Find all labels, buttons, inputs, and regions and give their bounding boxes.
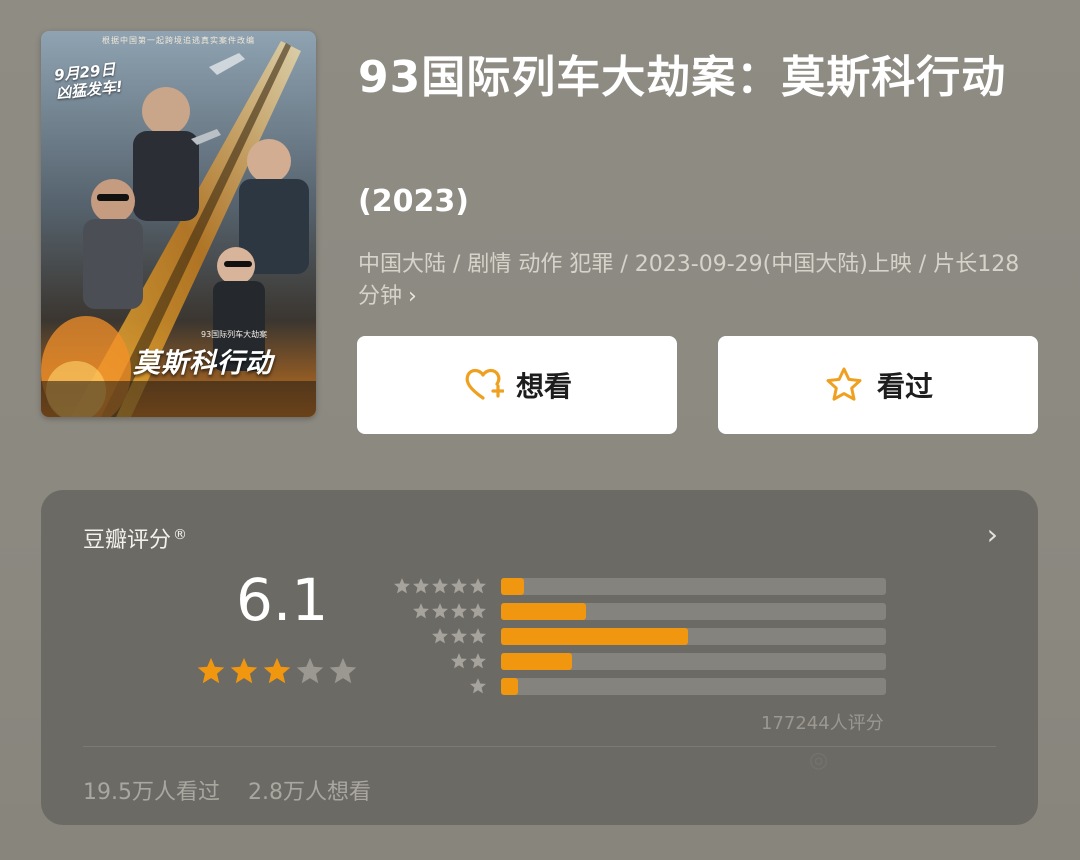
rating-bar-4-star xyxy=(389,602,889,620)
star-filled-icon xyxy=(263,657,291,684)
rating-bar-track xyxy=(501,603,886,620)
star-icon xyxy=(432,628,448,644)
star-icon xyxy=(470,628,486,644)
heart-plus-icon xyxy=(465,368,504,400)
rating-bar-2-star xyxy=(389,652,889,670)
star-level xyxy=(389,577,487,595)
star-icon xyxy=(451,628,467,644)
chevron-right-icon: › xyxy=(408,284,417,309)
star-icon xyxy=(413,603,429,619)
rating-bar-fill xyxy=(501,653,573,670)
rating-bar-fill xyxy=(501,603,586,620)
star-icon xyxy=(451,578,467,594)
star-empty-icon xyxy=(329,657,357,684)
seen-count: 19.5万人看过 xyxy=(83,780,220,805)
rating-source-text: 豆瓣评分 xyxy=(83,528,172,553)
poster-subtitle: 93国际列车大劫案 xyxy=(201,330,268,339)
poster-tagline: 9月29日 凶猛发车! xyxy=(53,60,123,102)
rating-bar-track xyxy=(501,578,886,595)
star-icon xyxy=(470,578,486,594)
star-level xyxy=(389,652,487,670)
star-icon xyxy=(432,603,448,619)
registered-mark: ® xyxy=(173,526,188,543)
audience-stats: 19.5万人看过 2.8万人想看 xyxy=(83,774,371,806)
rating-bar-3-star xyxy=(389,627,889,645)
divider xyxy=(83,746,996,747)
star-level xyxy=(389,627,487,645)
star-icon xyxy=(413,578,429,594)
star-icon xyxy=(470,678,486,694)
rating-bar-5-star xyxy=(389,577,889,595)
rating-bar-fill xyxy=(501,678,519,695)
want-to-watch-label: 想看 xyxy=(515,370,572,403)
star-icon xyxy=(470,603,486,619)
watched-label: 看过 xyxy=(876,370,933,403)
star-icon xyxy=(451,603,467,619)
rating-count: 177244人评分 xyxy=(761,713,884,734)
star-empty-icon xyxy=(296,657,324,684)
star-level xyxy=(389,602,487,620)
want-count: 2.8万人想看 xyxy=(248,780,371,805)
star-icon xyxy=(470,653,486,669)
poster-topline: 根据中国第一起跨境追逃真实案件改编 xyxy=(102,36,255,45)
rating-bar-track xyxy=(501,628,886,645)
rating-bar-fill xyxy=(501,628,688,645)
want-to-watch-button[interactable]: 想看 xyxy=(357,336,677,434)
movie-meta-text: 中国大陆 / 剧情 动作 犯罪 / 2023-09-29(中国大陆)上映 / 片… xyxy=(358,252,1020,309)
movie-title: 93国际列车大劫案：莫斯科行动 xyxy=(358,52,1007,103)
star-icon xyxy=(451,653,467,669)
rating-bar-track xyxy=(501,678,886,695)
movie-poster[interactable]: 根据中国第一起跨境追逃真实案件改编 9月29日 凶猛发车! 93国际列车大劫案 … xyxy=(41,31,316,417)
watched-button[interactable]: 看过 xyxy=(718,336,1038,434)
star-icon xyxy=(432,578,448,594)
score-stars xyxy=(196,656,358,686)
douban-rating-card[interactable]: 豆瓣评分 ® › 6.1 177244人评分 ◎ 19.5万人看过 2.8万人想看 xyxy=(41,490,1038,825)
star-filled-icon xyxy=(230,657,258,684)
movie-detail-page: 根据中国第一起跨境追逃真实案件改编 9月29日 凶猛发车! 93国际列车大劫案 … xyxy=(0,0,1080,860)
star-level xyxy=(389,677,487,695)
rating-bar-fill xyxy=(501,578,525,595)
movie-meta-info[interactable]: 中国大陆 / 剧情 动作 犯罪 / 2023-09-29(中国大陆)上映 / 片… xyxy=(358,249,1038,313)
watermark: ◎ xyxy=(809,748,829,773)
rating-score: 6.1 xyxy=(236,566,329,634)
star-filled-icon xyxy=(197,657,225,684)
chevron-right-icon[interactable]: › xyxy=(987,518,998,551)
rating-source-label: 豆瓣评分 ® xyxy=(83,522,187,554)
movie-year: (2023) xyxy=(358,184,469,219)
rating-bar-1-star xyxy=(389,677,889,695)
star-icon xyxy=(394,578,410,594)
poster-title: 莫斯科行动 xyxy=(133,348,273,379)
star-outline-icon xyxy=(826,367,862,401)
rating-bar-track xyxy=(501,653,886,670)
